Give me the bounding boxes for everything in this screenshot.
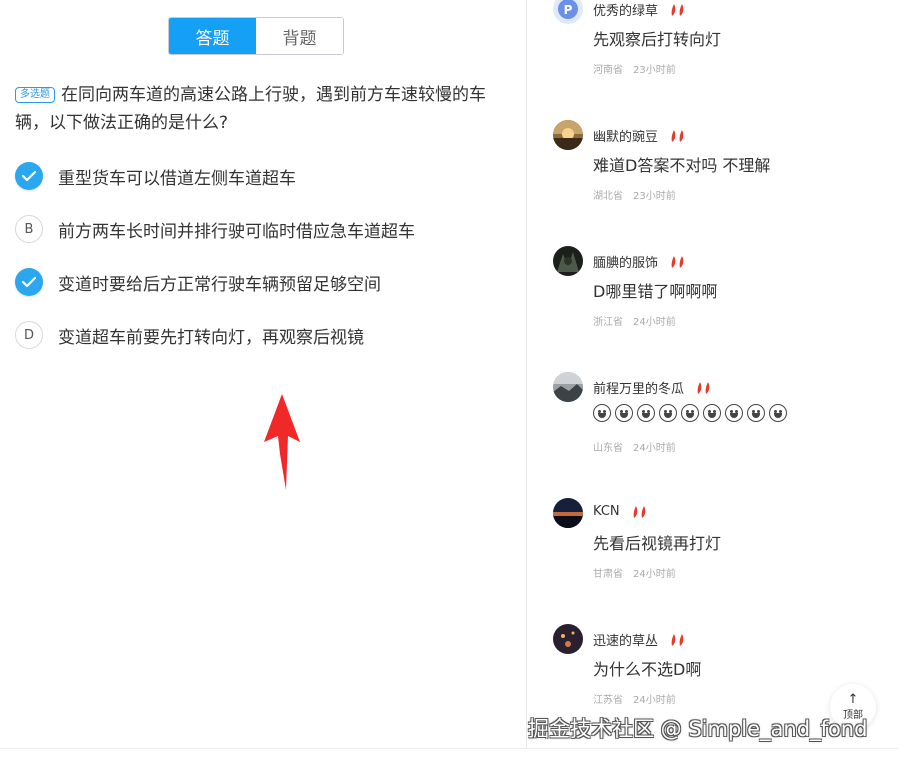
pepper-icon xyxy=(670,129,685,143)
emoji-icon xyxy=(659,404,677,422)
comment-item: 幽默的豌豆 难道D答案不对吗 不理解 湖北省 23小时前 xyxy=(553,120,883,220)
comment-text: D哪里错了啊啊啊 xyxy=(593,282,718,301)
emoji-icon xyxy=(769,404,787,422)
avatar xyxy=(553,120,583,150)
comment-province: 湖北省 xyxy=(593,191,623,202)
pepper-icon xyxy=(670,255,685,269)
comment-time: 24小时前 xyxy=(633,569,676,580)
avatar xyxy=(553,246,583,276)
emoji-icon xyxy=(725,404,743,422)
comment-time: 24小时前 xyxy=(633,317,676,328)
option-b[interactable]: B 前方两车长时间并排行驶可临时借应急车道超车 xyxy=(15,214,415,244)
arrow-up-icon: ↑ xyxy=(847,691,859,707)
commenter-name: 迅速的草丛 xyxy=(593,634,659,649)
emoji-icon xyxy=(615,404,633,422)
option-text: 前方两车长时间并排行驶可临时借应急车道超车 xyxy=(58,221,415,242)
question: 多选题 在同向两车道的高速公路上行驶，遇到前方车速较慢的车辆，以下做法正确的是什么… xyxy=(15,81,505,137)
comment-time: 24小时前 xyxy=(633,695,676,706)
comment-time: 24小时前 xyxy=(633,443,676,454)
question-text: 在同向两车道的高速公路上行驶，遇到前方车速较慢的车辆，以下做法正确的是什么? xyxy=(15,85,486,133)
question-pane: 答题 背题 多选题 在同向两车道的高速公路上行驶，遇到前方车速较慢的车辆，以下做法… xyxy=(0,0,526,748)
watermark: 掘金技术社区 @ Simple_and_fond xyxy=(528,717,868,741)
pepper-icon xyxy=(670,633,685,647)
emoji-icon xyxy=(637,404,655,422)
comment-item: 前程万里的冬瓜 山东省 24小时前 xyxy=(553,372,883,472)
comment-province: 河南省 xyxy=(593,65,623,76)
option-c[interactable]: 变道时要给后方正常行驶车辆预留足够空间 xyxy=(15,267,381,297)
option-text: 变道超车前要先打转向灯，再观察后视镜 xyxy=(58,327,364,348)
comment-text: 为什么不选D啊 xyxy=(593,660,702,679)
comment-province: 浙江省 xyxy=(593,317,623,328)
option-d[interactable]: D 变道超车前要先打转向灯，再观察后视镜 xyxy=(15,320,364,350)
comment-province: 江苏省 xyxy=(593,695,623,706)
comment-emojis xyxy=(593,404,787,422)
pepper-icon xyxy=(632,505,647,519)
comment-province: 山东省 xyxy=(593,443,623,454)
emoji-icon xyxy=(593,404,611,422)
comment-province: 甘肃省 xyxy=(593,569,623,580)
option-text: 变道时要给后方正常行驶车辆预留足够空间 xyxy=(58,274,381,295)
comment-item: P 优秀的绿草 先观察后打转向灯 河南省 23小时前 xyxy=(553,0,883,94)
checkmark-icon xyxy=(15,268,43,296)
option-a[interactable]: 重型货车可以借道左侧车道超车 xyxy=(15,161,296,191)
option-letter: D xyxy=(15,321,43,349)
commenter-name: KCN xyxy=(593,504,620,519)
avatar xyxy=(553,498,583,528)
comment-item: 腼腆的服饰 D哪里错了啊啊啊 浙江省 24小时前 xyxy=(553,246,883,346)
comment-time: 23小时前 xyxy=(633,191,676,202)
emoji-icon xyxy=(681,404,699,422)
option-letter: B xyxy=(15,215,43,243)
comment-text: 难道D答案不对吗 不理解 xyxy=(593,156,771,175)
checkmark-icon xyxy=(15,162,43,190)
tab-recite[interactable]: 背题 xyxy=(256,18,343,54)
emoji-icon xyxy=(747,404,765,422)
emoji-icon xyxy=(703,404,721,422)
tab-answer[interactable]: 答题 xyxy=(169,18,256,54)
comment-item: KCN 先看后视镜再打灯 甘肃省 24小时前 xyxy=(553,498,883,598)
question-type-badge: 多选题 xyxy=(15,87,55,103)
avatar xyxy=(553,624,583,654)
option-text: 重型货车可以借道左侧车道超车 xyxy=(58,168,296,189)
pepper-icon xyxy=(696,381,711,395)
svg-text:P: P xyxy=(564,3,573,17)
pepper-icon xyxy=(670,3,685,17)
comment-text: 先看后视镜再打灯 xyxy=(593,534,722,553)
commenter-name: 腼腆的服饰 xyxy=(593,256,659,271)
avatar xyxy=(553,372,583,402)
commenter-name: 前程万里的冬瓜 xyxy=(593,382,685,397)
commenter-name: 优秀的绿草 xyxy=(593,4,659,19)
avatar: P xyxy=(553,0,583,24)
pane-divider xyxy=(526,0,527,748)
comment-time: 23小时前 xyxy=(633,65,676,76)
comment-text: 先观察后打转向灯 xyxy=(593,30,722,49)
commenter-name: 幽默的豌豆 xyxy=(593,130,659,145)
mode-tabs: 答题 背题 xyxy=(168,17,344,55)
arrow-up-icon xyxy=(264,394,300,490)
bottom-divider xyxy=(0,748,898,749)
